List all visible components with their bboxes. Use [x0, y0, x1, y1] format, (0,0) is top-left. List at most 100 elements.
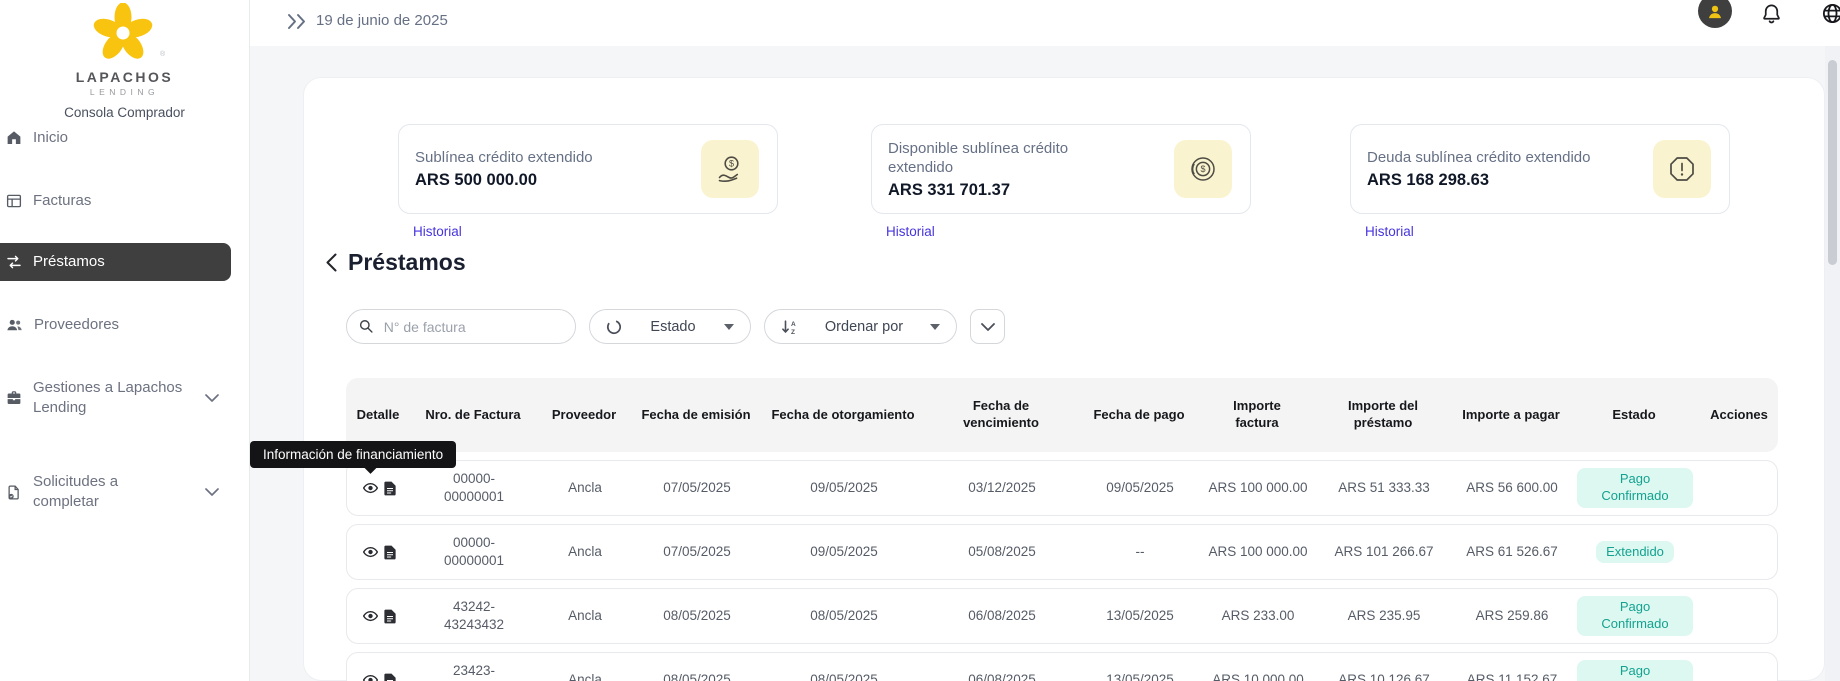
column-header: Importe a pagar: [1454, 407, 1568, 424]
column-header: Fecha de pago: [1076, 407, 1202, 424]
column-header: Estado: [1568, 407, 1700, 424]
language-globe-icon[interactable]: [1821, 2, 1840, 30]
view-detail-eye-icon[interactable]: [363, 610, 378, 622]
invoice-document-icon[interactable]: [384, 609, 396, 624]
card: Deuda sublínea crédito extendido ARS 168…: [1350, 124, 1730, 214]
hand-coin-icon: $: [701, 140, 759, 198]
people-icon: [5, 316, 24, 334]
person-icon: [1705, 1, 1725, 21]
transfer-arrows-icon: [5, 253, 23, 271]
fecha-emision: 07/05/2025: [633, 543, 761, 561]
fecha-vencimiento: 05/08/2025: [927, 543, 1077, 561]
importe-prestamo: ARS 10 126.67: [1313, 671, 1455, 681]
status-badge: Pago Confirmado: [1577, 468, 1693, 508]
provider: Ancla: [537, 607, 633, 625]
fecha-emision: 08/05/2025: [633, 607, 761, 625]
table-row: 00000-00000001 Ancla 07/05/2025 09/05/20…: [346, 460, 1778, 516]
fecha-vencimiento: 03/12/2025: [927, 479, 1077, 497]
search-input[interactable]: [382, 318, 563, 336]
page-title: Préstamos: [326, 249, 466, 276]
card-value: ARS 168 298.63: [1367, 171, 1653, 190]
fecha-otorgamiento: 09/05/2025: [761, 543, 927, 561]
importe-pagar: ARS 61 526.67: [1455, 543, 1569, 561]
ordenar-filter-dropdown[interactable]: A Z Ordenar por: [764, 309, 957, 344]
svg-text:A: A: [791, 321, 796, 328]
svg-text:®: ®: [160, 50, 166, 58]
importe-factura: ARS 233.00: [1203, 607, 1313, 625]
brand-subname: LENDING: [0, 87, 249, 97]
invoice-search-field[interactable]: [346, 309, 576, 344]
table-row: 23423-23423423 Ancla 08/05/2025 08/05/20…: [346, 652, 1778, 681]
estado-label: Estado: [650, 319, 695, 335]
ordenar-label: Ordenar por: [825, 319, 903, 335]
provider: Ancla: [537, 671, 633, 681]
estado-filter-dropdown[interactable]: Estado: [589, 309, 751, 344]
column-header: Fecha de vencimiento: [926, 398, 1076, 432]
view-detail-eye-icon[interactable]: [363, 674, 378, 681]
svg-text:$: $: [1200, 164, 1205, 174]
provider: Ancla: [537, 479, 633, 497]
view-detail-eye-icon[interactable]: [363, 546, 378, 558]
card-value: ARS 331 701.37: [888, 181, 1174, 200]
view-detail-eye-icon[interactable]: [363, 482, 378, 494]
sort-az-icon: A Z: [781, 319, 798, 335]
summary-card-deuda: Deuda sublínea crédito extendido ARS 168…: [1350, 124, 1730, 241]
summary-card-sublinea: Sublínea crédito extendido ARS 500 000.0…: [398, 124, 778, 241]
more-filters-button[interactable]: [970, 309, 1005, 344]
column-header: Fecha de emisión: [632, 407, 760, 424]
historial-link[interactable]: Historial: [413, 224, 462, 239]
card-value: ARS 500 000.00: [415, 171, 701, 190]
sidebar-item-gestiones[interactable]: Gestiones a Lapachos Lending: [0, 374, 250, 422]
invoice-document-icon[interactable]: [384, 673, 396, 681]
alert-octagon-icon: [1653, 140, 1711, 198]
fecha-pago: 13/05/2025: [1077, 671, 1203, 681]
column-header: Proveedor: [536, 407, 632, 424]
historial-link[interactable]: Historial: [1365, 224, 1414, 239]
card: Sublínea crédito extendido ARS 500 000.0…: [398, 124, 778, 214]
search-icon: [359, 318, 374, 335]
fecha-otorgamiento: 09/05/2025: [761, 479, 927, 497]
importe-prestamo: ARS 235.95: [1313, 607, 1455, 625]
invoice-number: 00000-00000001: [431, 470, 517, 505]
sidebar: ® LAPACHOS LENDING Consola Comprador Ini…: [0, 0, 250, 681]
avatar[interactable]: [1698, 0, 1732, 28]
notifications-bell-icon[interactable]: [1760, 2, 1783, 31]
back-chevron-icon[interactable]: [326, 253, 337, 272]
fecha-emision: 07/05/2025: [633, 479, 761, 497]
topbar: 19 de junio de 2025: [250, 0, 1840, 46]
importe-factura: ARS 100 000.00: [1203, 543, 1313, 561]
chevron-down-icon: [205, 488, 219, 496]
fecha-emision: 08/05/2025: [633, 671, 761, 681]
column-header: Detalle: [346, 407, 410, 424]
fecha-vencimiento: 06/08/2025: [927, 671, 1077, 681]
sidebar-item-inicio[interactable]: Inicio: [0, 119, 250, 157]
card-title: Sublínea crédito extendido: [415, 148, 643, 168]
invoice-document-icon[interactable]: [384, 481, 396, 496]
table-row: 43242-43243432 Ancla 08/05/2025 08/05/20…: [346, 588, 1778, 644]
card-title: Disponible sublínea crédito extendido: [888, 139, 1116, 178]
sidebar-expand-icon[interactable]: [286, 13, 308, 35]
scrollbar-thumb[interactable]: [1828, 60, 1837, 265]
sidebar-item-prestamos[interactable]: Préstamos: [0, 243, 231, 281]
importe-pagar: ARS 11 152.67: [1455, 671, 1569, 681]
sidebar-item-solicitudes[interactable]: Solicitudes a completar: [0, 468, 250, 516]
status-badge: Extendido: [1596, 541, 1674, 564]
invoice-document-icon[interactable]: [384, 545, 396, 560]
fecha-otorgamiento: 08/05/2025: [761, 671, 927, 681]
provider: Ancla: [537, 543, 633, 561]
svg-text:$: $: [729, 159, 734, 169]
invoices-table-icon: [5, 192, 23, 210]
sidebar-item-proveedores[interactable]: Proveedores: [0, 306, 250, 344]
column-header: Importe factura: [1202, 398, 1312, 432]
column-header: Fecha de otorgamiento: [760, 407, 926, 424]
card-title: Deuda sublínea crédito extendido: [1367, 148, 1595, 168]
table-row: 00000-00000001 Ancla 07/05/2025 09/05/20…: [346, 524, 1778, 580]
sidebar-item-facturas[interactable]: Facturas: [0, 182, 250, 220]
filters-bar: Estado A Z Ordenar por: [346, 309, 1005, 344]
chevron-down-icon: [981, 323, 995, 331]
importe-factura: ARS 10 000.00: [1203, 671, 1313, 681]
historial-link[interactable]: Historial: [886, 224, 935, 239]
importe-pagar: ARS 259.86: [1455, 607, 1569, 625]
status-badge: Pago Confirmado: [1577, 596, 1693, 636]
importe-prestamo: ARS 101 266.67: [1313, 543, 1455, 561]
